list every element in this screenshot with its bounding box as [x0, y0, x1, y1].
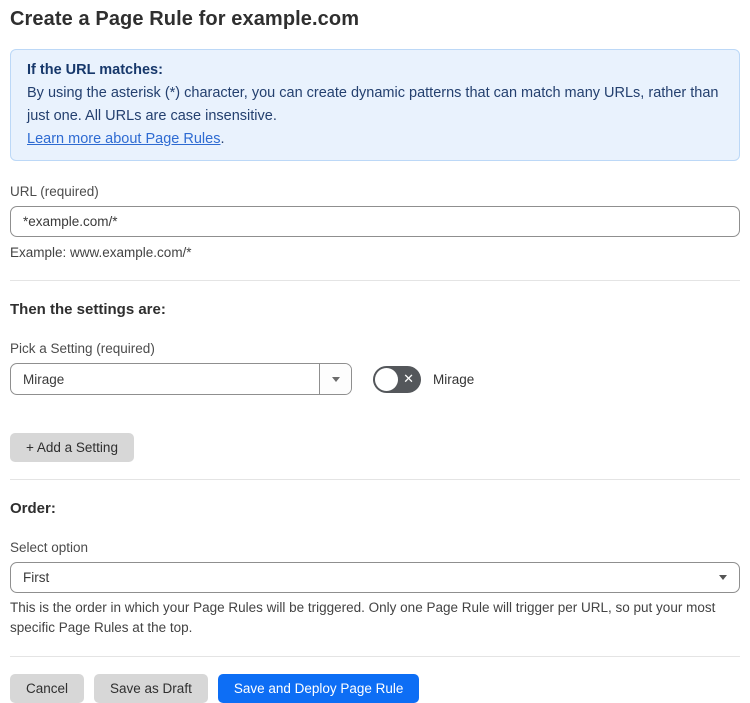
save-draft-button[interactable]: Save as Draft: [94, 673, 208, 703]
setting-dropdown[interactable]: Mirage: [10, 363, 352, 396]
url-input[interactable]: [10, 205, 740, 237]
url-helper-text: Example: www.example.com/*: [10, 244, 192, 260]
info-box-body: By using the asterisk (*) character, you…: [27, 85, 719, 125]
divider: [10, 655, 740, 657]
setting-dropdown-value: Mirage: [23, 371, 65, 387]
learn-more-link[interactable]: Learn more about Page Rules: [27, 131, 220, 147]
divider: [10, 280, 740, 282]
link-period: .: [220, 130, 225, 147]
order-select-label: Select option: [10, 540, 89, 556]
form-actions: Cancel Save as Draft Save and Deploy Pag…: [10, 673, 740, 703]
info-box-heading: If the URL matches:: [27, 62, 163, 78]
url-label: URL (required): [10, 183, 99, 199]
mirage-toggle[interactable]: ✕: [373, 365, 421, 393]
caret-down-icon: [719, 575, 727, 581]
chevron-down-icon: [331, 376, 340, 382]
pick-setting-label: Pick a Setting (required): [10, 341, 155, 357]
order-select-value: First: [23, 570, 50, 586]
add-setting-button[interactable]: + Add a Setting: [10, 433, 134, 463]
toggle-label: Mirage: [433, 371, 475, 387]
setting-picker-row: Mirage ✕ Mirage: [10, 363, 740, 396]
dropdown-caret-button[interactable]: [319, 364, 351, 395]
cancel-button[interactable]: Cancel: [10, 673, 85, 703]
toggle-off-x-icon: ✕: [403, 371, 414, 387]
url-match-info-box: If the URL matches: By using the asteris…: [10, 49, 740, 161]
order-select[interactable]: First: [10, 562, 740, 594]
toggle-knob: [375, 367, 398, 391]
save-deploy-button[interactable]: Save and Deploy Page Rule: [217, 673, 420, 703]
order-helper-text: This is the order in which your Page Rul…: [10, 600, 716, 636]
page-title: Create a Page Rule for example.com: [10, 8, 360, 30]
settings-section-heading: Then the settings are:: [10, 301, 166, 319]
order-section-heading: Order:: [10, 500, 56, 518]
divider: [10, 479, 740, 481]
